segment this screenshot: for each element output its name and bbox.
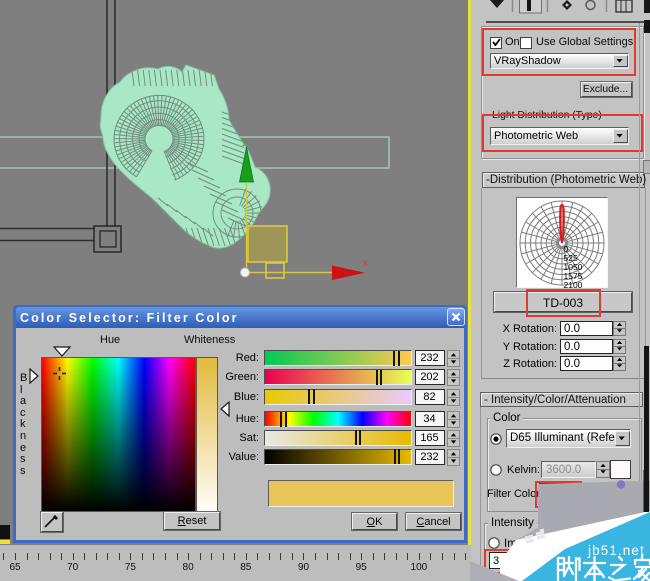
- svg-text:2100: 2100: [564, 280, 583, 288]
- svg-text:x: x: [363, 258, 368, 269]
- svg-text:jb51.net: jb51.net: [587, 543, 645, 558]
- svg-text:y: y: [242, 136, 247, 147]
